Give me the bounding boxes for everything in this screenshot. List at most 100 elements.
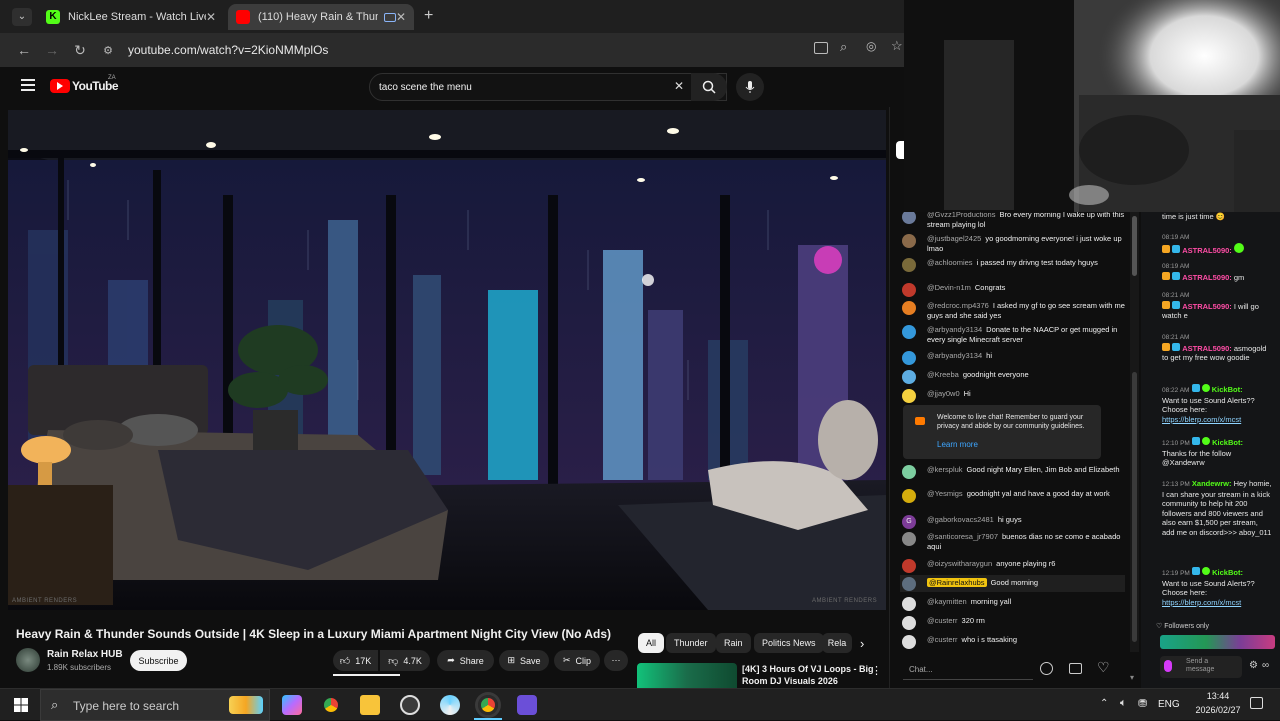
reload-icon[interactable]: ↻ <box>66 42 94 59</box>
search-input[interactable]: taco scene the menu ✕ <box>369 73 727 101</box>
zoom-icon[interactable]: ⌕ <box>840 39 847 55</box>
chip-thunder[interactable]: Thunder <box>666 633 716 653</box>
url-field[interactable]: youtube.com/watch?v=2KioNMMplOs <box>128 43 728 57</box>
chip-rain[interactable]: Rain <box>716 633 751 653</box>
channel-avatar[interactable] <box>16 648 40 672</box>
voice-search-button[interactable] <box>736 73 764 101</box>
channel-name[interactable]: Rain Relax HUB <box>47 649 123 660</box>
heart-icon[interactable]: ♡ <box>1097 659 1110 676</box>
chat-author[interactable]: @custerr <box>927 635 958 644</box>
tab-search-button[interactable]: ⌄ <box>12 8 32 26</box>
kick-link[interactable]: https://blerp.com/x/mcst <box>1162 598 1272 608</box>
tab-close-icon[interactable]: ✕ <box>396 10 406 24</box>
share-button[interactable]: ➦ Share <box>437 650 494 671</box>
up-next-title-line2[interactable]: Room DJ Visuals 2026 <box>742 676 838 686</box>
emote-bar[interactable] <box>1160 635 1275 649</box>
chat-author[interactable]: @Devin-n1m <box>927 283 971 292</box>
chat-author[interactable]: @arbyandy3134 <box>927 325 982 334</box>
speaker-icon[interactable]: 🔈︎ <box>1120 697 1127 710</box>
install-app-icon[interactable] <box>814 42 828 54</box>
chrome-icon[interactable] <box>321 695 341 715</box>
chat-author[interactable]: @Kreeba <box>927 370 959 379</box>
taskbar-search[interactable]: ⌕ Type here to search <box>40 689 270 721</box>
up-next-thumbnail[interactable] <box>637 663 737 688</box>
youtube-logo-text[interactable]: YouTube <box>72 79 119 93</box>
kick-username[interactable]: ASTRAL5090: <box>1182 273 1232 282</box>
like-button[interactable]: 👍︎ 17K <box>333 650 378 671</box>
kick-username[interactable]: ASTRAL5090: <box>1182 344 1232 353</box>
kick-settings-icon[interactable]: ⚙ <box>1249 660 1258 671</box>
obs-icon[interactable] <box>400 695 420 715</box>
emoji-icon[interactable] <box>1040 662 1053 675</box>
chrome-beta-icon[interactable] <box>440 695 460 715</box>
notification-icon[interactable] <box>1250 697 1263 709</box>
dislike-button[interactable]: 👎︎ 4.7K <box>380 650 430 671</box>
windows-start-icon[interactable] <box>14 698 28 712</box>
language-indicator[interactable]: ENG <box>1158 699 1180 710</box>
chat-author[interactable]: @kaymitten <box>927 597 967 606</box>
clip-button[interactable]: ✂ Clip <box>554 650 600 671</box>
panel-edge-handle[interactable] <box>896 141 904 159</box>
back-arrow-icon[interactable]: ← <box>10 42 38 58</box>
emote-picker-icon[interactable] <box>1164 660 1172 672</box>
kick-username[interactable]: ASTRAL5090: <box>1182 302 1232 311</box>
copilot-icon[interactable] <box>282 695 302 715</box>
chat-author-owner[interactable]: @Rainrelaxhubs <box>927 578 987 587</box>
video-player[interactable]: AMBIENT RENDERS AMBIENT RENDERS <box>8 110 886 610</box>
chrome-active-icon[interactable] <box>478 695 498 715</box>
chat-author[interactable]: @arbyandy3134 <box>927 351 982 360</box>
chat-author[interactable]: @jjay0w0 <box>927 389 960 398</box>
forward-arrow-icon[interactable]: → <box>38 42 66 58</box>
chat-author[interactable]: @santicoresa_jr7907 <box>927 532 998 541</box>
tray-chevron-icon[interactable]: ⌃ <box>1100 698 1108 709</box>
clock-time[interactable]: 13:44 <box>1190 691 1246 701</box>
clear-search-icon[interactable]: ✕ <box>674 79 684 93</box>
chip-politics-news[interactable]: Politics News <box>754 633 824 653</box>
chat-author[interactable]: @redcroc.mp4376 <box>927 301 989 310</box>
visual-studio-icon[interactable] <box>517 695 537 715</box>
chat-author[interactable]: @justbagel2425 <box>927 234 981 243</box>
subscribe-button[interactable]: Subscribe <box>130 650 187 671</box>
chat-author[interactable]: @custerr <box>927 616 958 625</box>
chat-scroll-down-icon[interactable]: ▾ <box>1130 673 1134 682</box>
kick-timestamp: 08:19 AM <box>1162 263 1190 270</box>
file-explorer-icon[interactable] <box>360 695 380 715</box>
up-next-title[interactable]: [4K] 3 Hours Of VJ Loops - Big <box>742 664 874 674</box>
save-button[interactable]: ⊞ Save <box>499 650 549 671</box>
chat-input[interactable]: Chat... <box>903 658 1033 680</box>
super-chat-icon[interactable] <box>1069 663 1082 674</box>
learn-more-link[interactable]: Learn more <box>937 440 978 449</box>
tab-close-icon[interactable]: ✕ <box>206 10 216 24</box>
kick-username[interactable]: KickBot: <box>1212 568 1243 577</box>
chat-author[interactable]: @Yesmigs <box>927 489 963 498</box>
chat-scrollbar[interactable] <box>1130 212 1139 652</box>
more-actions-button[interactable]: ⋯ <box>604 650 628 671</box>
chip-all[interactable]: All <box>638 633 665 653</box>
menu-icon[interactable] <box>21 79 35 91</box>
bookmark-star-icon[interactable]: ☆ <box>891 38 903 54</box>
new-tab-icon[interactable]: + <box>424 7 433 25</box>
chat-author[interactable]: @kerspluk <box>927 465 963 474</box>
chat-author[interactable]: @oizyswitharaygun <box>927 559 992 568</box>
kick-message-input[interactable]: Send a message <box>1160 656 1242 678</box>
chat-author[interactable]: @gaborkovacs2481 <box>927 515 994 524</box>
chat-author[interactable]: @achloomies <box>927 258 973 267</box>
kick-username[interactable]: KickBot: <box>1212 385 1243 394</box>
site-info-icon[interactable]: ⚙ <box>94 44 122 57</box>
kick-username[interactable]: Xandewrw: <box>1192 479 1232 488</box>
kick-chat-users-icon[interactable]: ∞ <box>1262 660 1269 671</box>
kick-username[interactable]: ASTRAL5090: <box>1182 246 1232 255</box>
tab-heavy-rain[interactable]: (110) Heavy Rain & Thunde ✕ <box>228 4 414 30</box>
eye-slash-icon[interactable]: ◎ <box>866 39 876 53</box>
youtube-logo-icon[interactable] <box>50 79 70 93</box>
chevron-right-icon[interactable]: › <box>860 636 864 651</box>
chip-relaxing[interactable]: Rela <box>822 633 852 653</box>
network-icon[interactable]: ⛃ <box>1138 697 1147 710</box>
up-next-menu-icon[interactable]: ⋮ <box>871 664 882 677</box>
search-button[interactable] <box>691 73 727 101</box>
clock-date[interactable]: 2026/02/27 <box>1190 705 1246 715</box>
kick-timestamp: 12:13 PM <box>1162 481 1190 488</box>
tab-nicklee-stream[interactable]: K NickLee Stream - Watch Live on ✕ <box>38 4 224 30</box>
kick-link[interactable]: https://blerp.com/x/mcst <box>1162 415 1272 425</box>
kick-username[interactable]: KickBot: <box>1212 438 1243 447</box>
